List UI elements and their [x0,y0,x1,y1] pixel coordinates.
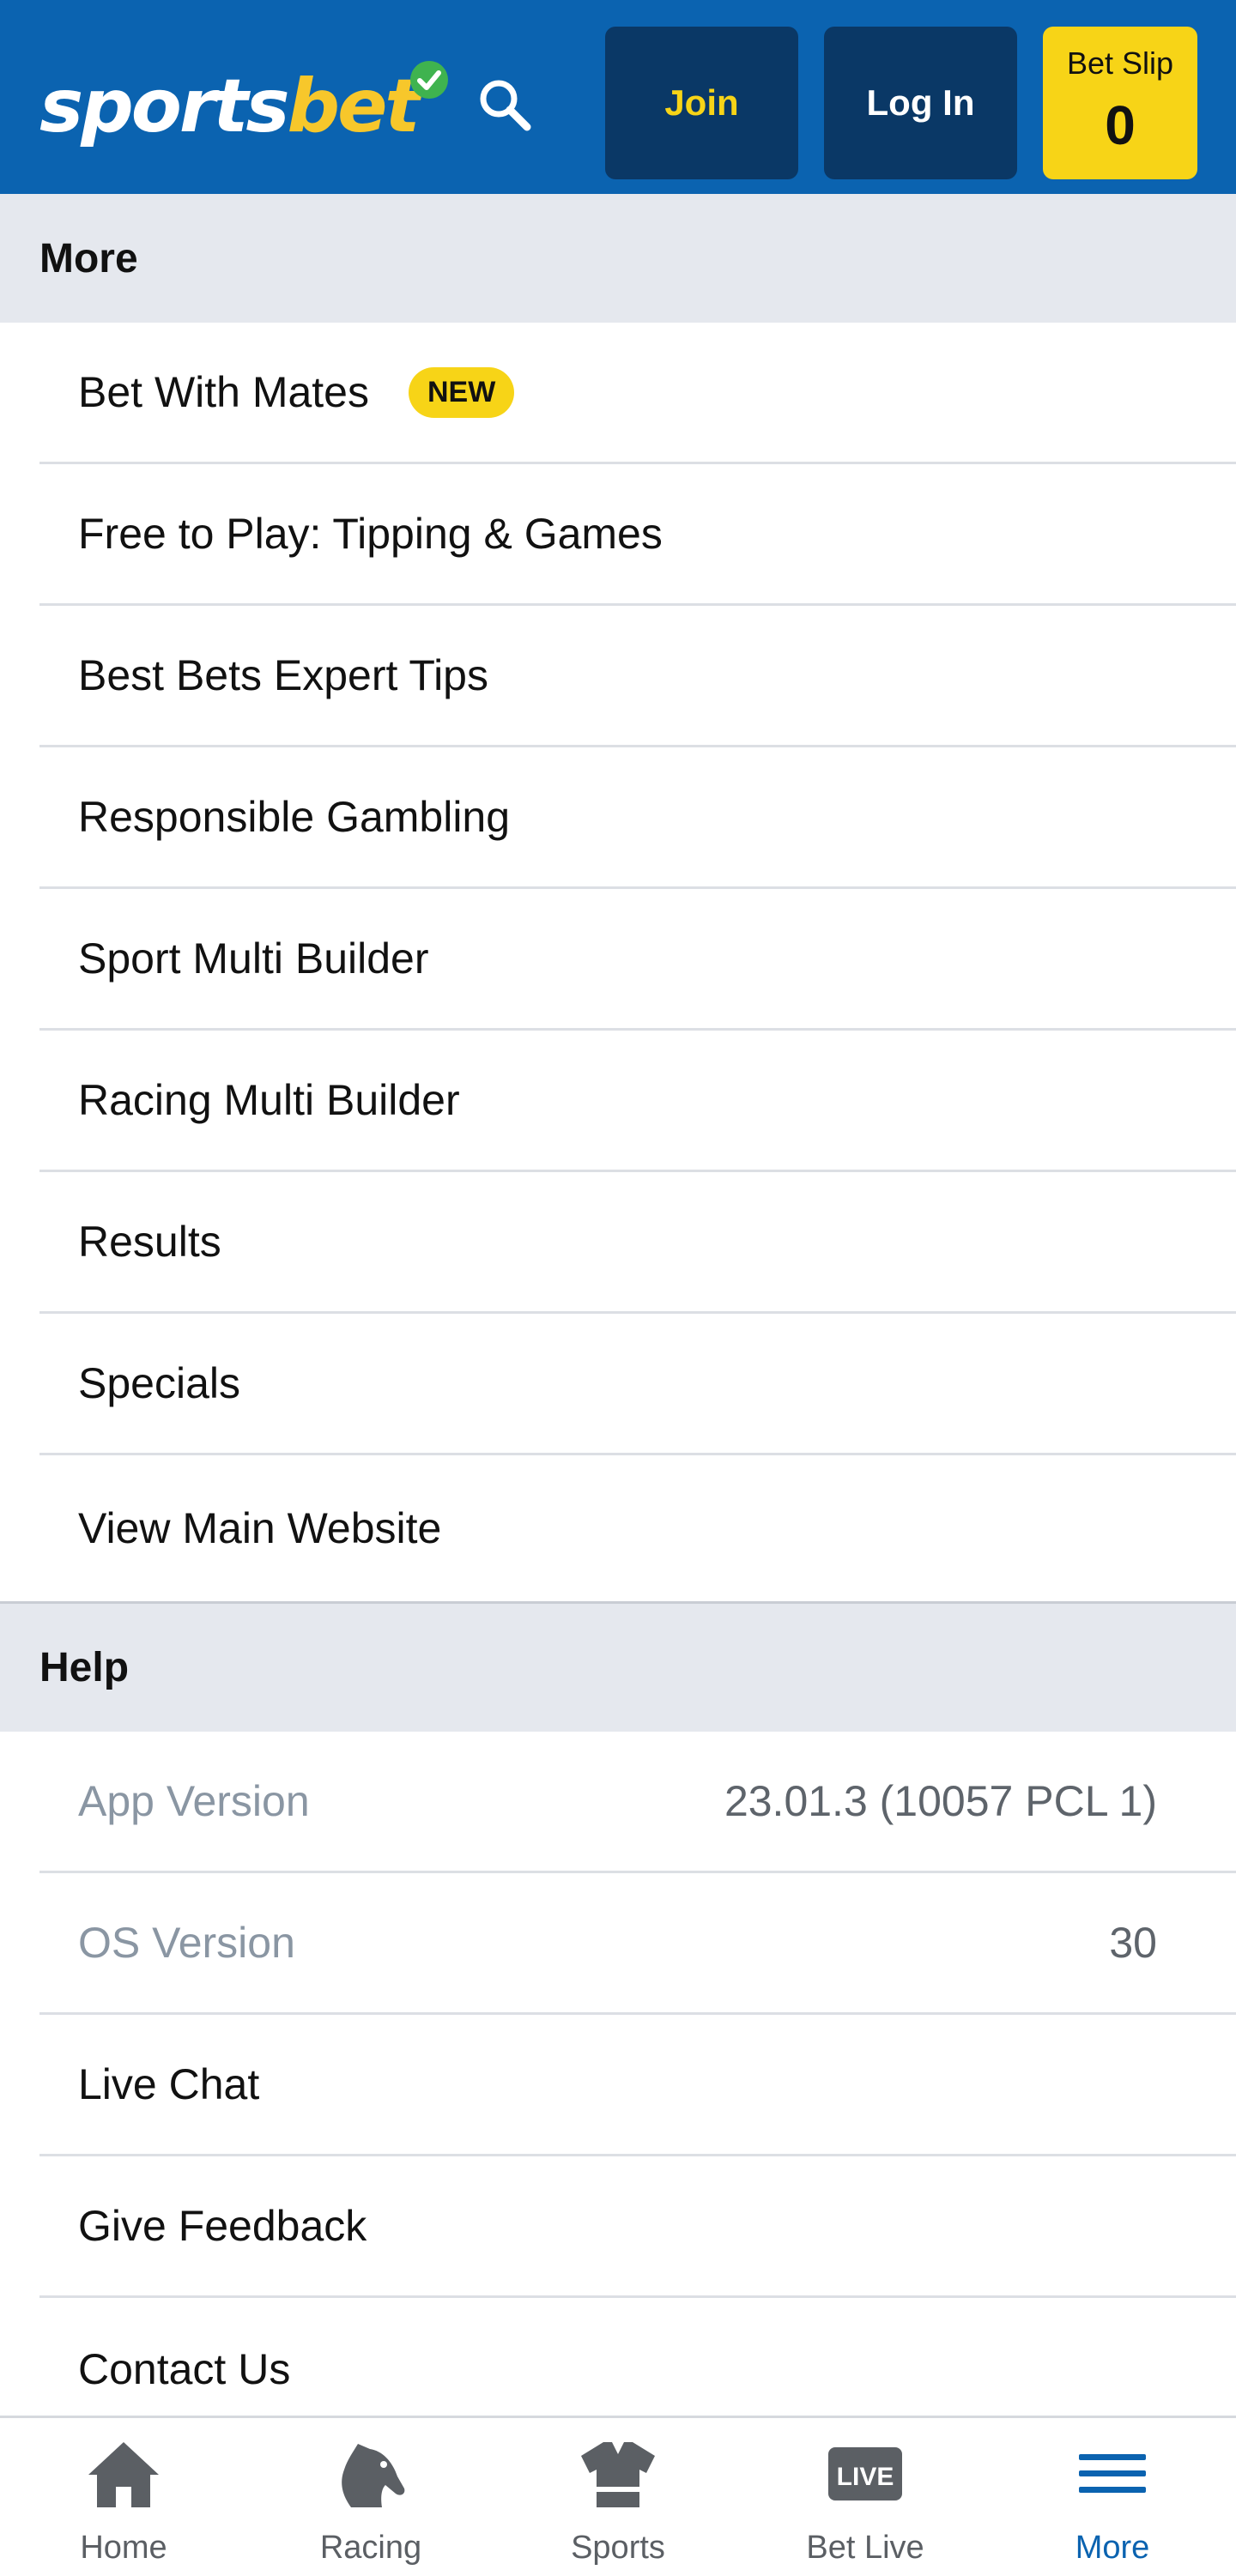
search-icon[interactable] [474,74,536,136]
live-icon: LIVE [828,2447,902,2500]
nav-label-sports: Sports [571,2530,665,2566]
menu-icon [1079,2454,1146,2493]
app-version-row: App Version 23.01.3 (10057 PCL 1) [39,1732,1236,1873]
login-button[interactable]: Log In [824,27,1017,179]
menu-item-give-feedback[interactable]: Give Feedback [39,2156,1236,2298]
bet-slip-label: Bet Slip [1066,45,1174,81]
bet-slip-button[interactable]: Bet Slip 0 [1043,27,1197,179]
nav-sports[interactable]: Sports [494,2418,742,2576]
nav-label-racing: Racing [319,2530,422,2566]
nav-label-more: More [1075,2530,1150,2566]
nav-racing[interactable]: Racing [247,2418,494,2576]
sportsbet-logo[interactable]: sportsbet [39,67,421,146]
nav-label-bet-live: Bet Live [806,2530,924,2566]
menu-item-label: Sport Multi Builder [78,934,429,983]
menu-item-label: Contact Us [78,2344,291,2393]
menu-item-racing-multi-builder[interactable]: Racing Multi Builder [39,1031,1236,1172]
menu-item-best-bets-expert-tips[interactable]: Best Bets Expert Tips [39,606,1236,747]
menu-item-label: Best Bets Expert Tips [78,651,488,699]
os-version-row: OS Version 30 [39,1873,1236,2015]
app-version-label: App Version [78,1777,310,1825]
svg-text:LIVE: LIVE [837,2463,894,2491]
check-badge-icon [410,61,448,99]
menu-item-sport-multi-builder[interactable]: Sport Multi Builder [39,889,1236,1031]
menu-item-label: Specials [78,1359,240,1407]
os-version-label: OS Version [78,1919,295,1967]
app-version-value: 23.01.3 (10057 PCL 1) [724,1777,1157,1825]
menu-item-label: Live Chat [78,2060,260,2108]
menu-item-specials[interactable]: Specials [39,1314,1236,1455]
section-header-help: Help [0,1601,1236,1732]
app-header: sportsbet Join Log In Bet Slip 0 [0,0,1236,194]
logo-text-sports: sports [39,63,290,149]
horse-icon [342,2444,405,2507]
menu-item-label: Bet With Mates [78,368,369,416]
menu-item-label: Give Feedback [78,2202,367,2250]
menu-item-responsible-gambling[interactable]: Responsible Gambling [39,747,1236,889]
menu-item-label: Responsible Gambling [78,793,511,841]
nav-label-home: Home [80,2530,167,2566]
home-icon [88,2442,159,2507]
new-badge: NEW [409,366,515,418]
logo-text-bet: bet [287,63,421,149]
os-version-value: 30 [1109,1919,1157,1967]
menu-item-label: Free to Play: Tipping & Games [78,510,663,558]
nav-bet-live[interactable]: LIVE Bet Live [742,2418,989,2576]
menu-item-live-chat[interactable]: Live Chat [39,2015,1236,2156]
menu-item-label: View Main Website [78,1504,442,1552]
bottom-nav: Home Racing Sports LIVE Bet Live More [0,2416,1236,2573]
menu-item-view-main-website[interactable]: View Main Website [39,1455,1236,1601]
menu-item-label: Results [78,1218,221,1266]
bet-slip-count: 0 [1105,94,1136,156]
menu-item-bet-with-mates[interactable]: Bet With Mates NEW [39,323,1236,464]
menu-item-label: Racing Multi Builder [78,1076,460,1124]
jersey-icon [581,2442,655,2507]
nav-more[interactable]: More [989,2418,1236,2576]
menu-item-results[interactable]: Results [39,1172,1236,1314]
join-button[interactable]: Join [605,27,798,179]
nav-home[interactable]: Home [0,2418,247,2576]
section-header-more: More [0,194,1236,323]
menu-item-free-to-play[interactable]: Free to Play: Tipping & Games [39,464,1236,606]
